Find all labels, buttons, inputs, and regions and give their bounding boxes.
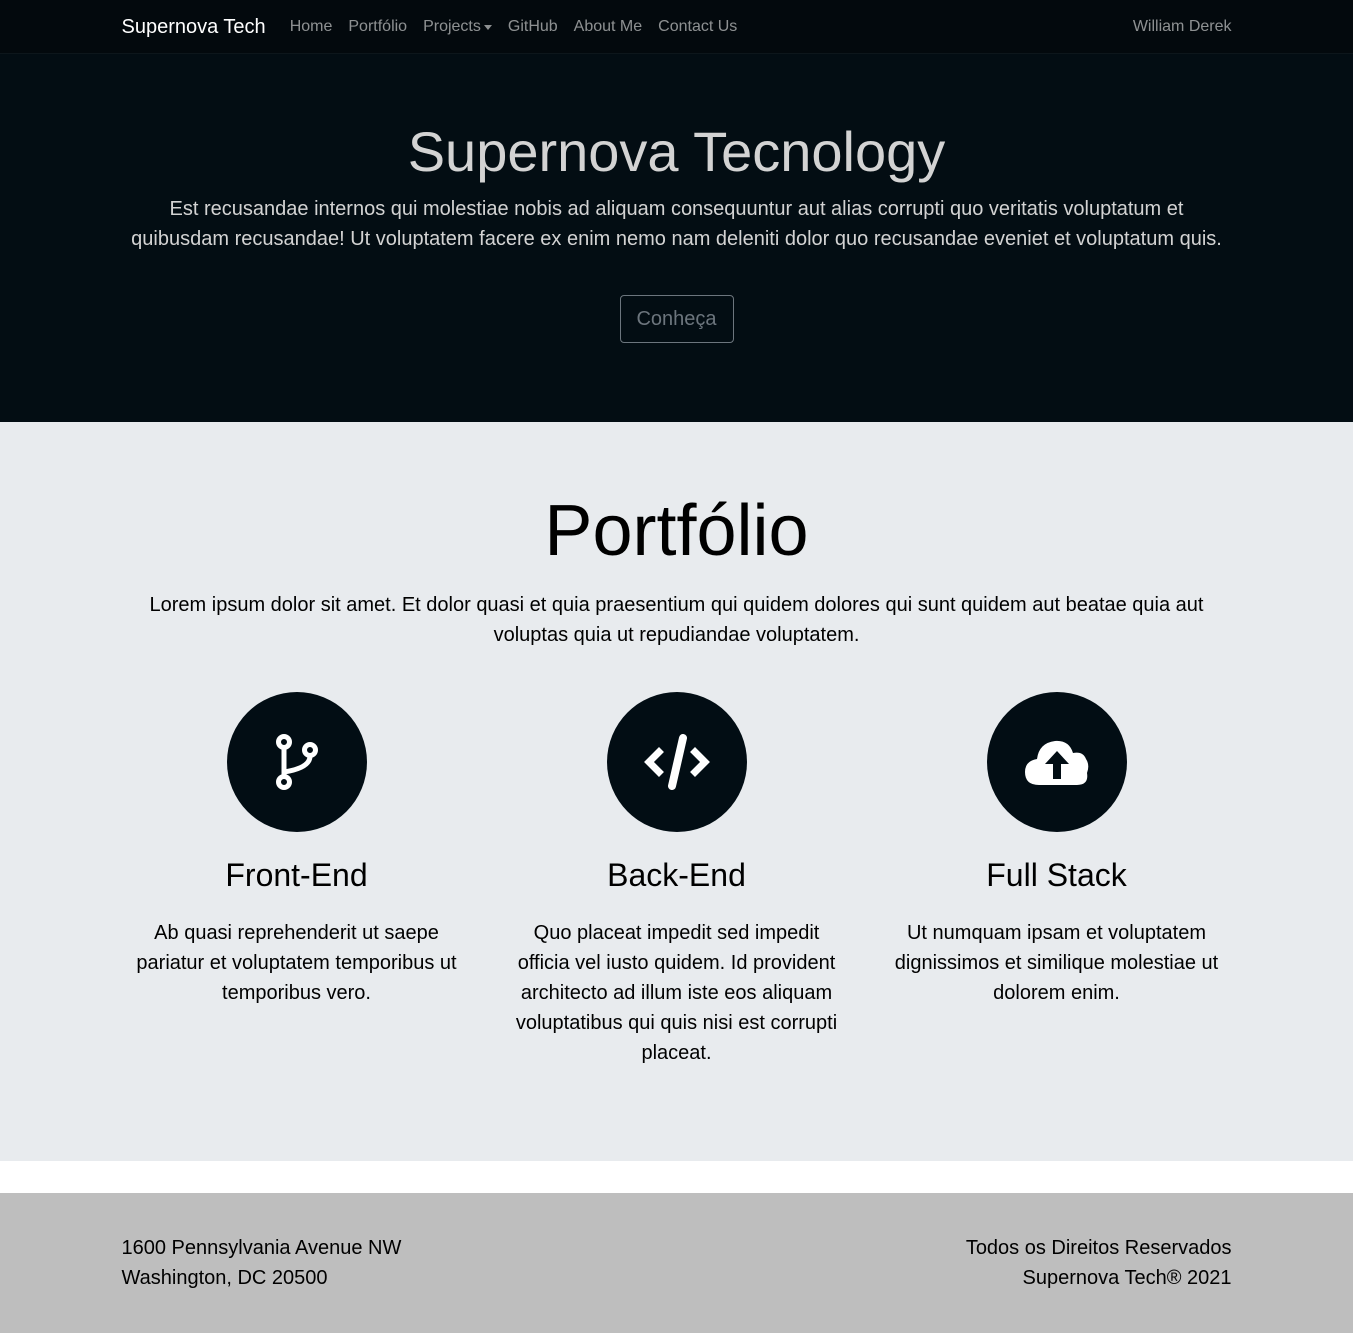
hero-cta-button[interactable]: Conheça	[619, 295, 734, 343]
hero-title: Supernova Tecnology	[407, 120, 946, 183]
feature-title: Full Stack	[986, 857, 1127, 893]
feature-text: Quo placeat impedit sed impedit officia …	[515, 922, 838, 1064]
cloud-upload-icon	[1024, 740, 1088, 785]
nav-link-about[interactable]: About Me	[566, 18, 650, 36]
nav-link-portfolio[interactable]: Portfólio	[340, 18, 415, 36]
portfolio-container: Portfólio Lorem ipsum dolor sit amet. Et…	[122, 492, 1232, 1068]
portfolio-section: Portfólio Lorem ipsum dolor sit amet. Et…	[0, 422, 1353, 1161]
footer-address-line1: 1600 Pennsylvania Avenue NW	[121, 1237, 402, 1259]
feature-full-stack: Full Stack Ut numquam ipsam et voluptate…	[882, 692, 1232, 1068]
footer-rights-line1: Todos os Direitos Reservados	[965, 1237, 1232, 1259]
navbar-brand[interactable]: Supernova Tech	[122, 16, 266, 39]
feature-title: Front-End	[225, 857, 368, 893]
footer: 1600 Pennsylvania Avenue NW Washington, …	[0, 1193, 1353, 1333]
nav-link-github[interactable]: GitHub	[500, 18, 566, 36]
portfolio-title: Portfólio	[544, 491, 809, 571]
feature-text: Ut numquam ipsam et voluptatem dignissim…	[894, 922, 1219, 1004]
footer-address: 1600 Pennsylvania Avenue NW Washington, …	[122, 1233, 402, 1293]
hero-text: Est recusandae internos qui molestiae no…	[131, 198, 1222, 250]
nav-dropdown-projects[interactable]: Projects	[415, 18, 500, 36]
hero-section: Supernova Tecnology Est recusandae inter…	[0, 54, 1353, 422]
footer-copyright: Todos os Direitos Reservados Supernova T…	[966, 1233, 1232, 1293]
hero-container: Supernova Tecnology Est recusandae inter…	[122, 120, 1232, 343]
footer-address-line2: Washington, DC 20500	[121, 1267, 328, 1289]
nav-user-link[interactable]: William Derek	[1133, 18, 1232, 36]
navbar-container: Supernova Tech Home Portfólio Projects G…	[122, 0, 1232, 54]
code-branch-icon	[275, 734, 318, 790]
footer-container: 1600 Pennsylvania Avenue NW Washington, …	[122, 1233, 1232, 1293]
nav-dropdown-projects-label: Projects	[423, 18, 481, 35]
feature-icon-circle	[226, 692, 367, 832]
navbar: Supernova Tech Home Portfólio Projects G…	[0, 0, 1353, 54]
feature-icon-circle	[606, 692, 747, 832]
portfolio-text: Lorem ipsum dolor sit amet. Et dolor qua…	[149, 594, 1204, 646]
code-icon	[643, 734, 710, 790]
feature-back-end: Back-End Quo placeat impedit sed impedit…	[502, 692, 852, 1068]
feature-front-end: Front-End Ab quasi reprehenderit ut saep…	[122, 692, 472, 1068]
nav-link-home[interactable]: Home	[282, 18, 341, 36]
section-spacer	[0, 1161, 1353, 1193]
footer-rights-line2: Supernova Tech® 2021	[1022, 1267, 1232, 1289]
nav-link-contact[interactable]: Contact Us	[650, 18, 745, 36]
features-row: Front-End Ab quasi reprehenderit ut saep…	[122, 692, 1232, 1068]
feature-title: Back-End	[607, 857, 746, 893]
feature-text: Ab quasi reprehenderit ut saepe pariatur…	[136, 922, 457, 1004]
nav-links: Home Portfólio Projects GitHub About Me …	[282, 18, 746, 36]
feature-icon-circle	[986, 692, 1127, 832]
caret-down-icon	[483, 24, 492, 30]
